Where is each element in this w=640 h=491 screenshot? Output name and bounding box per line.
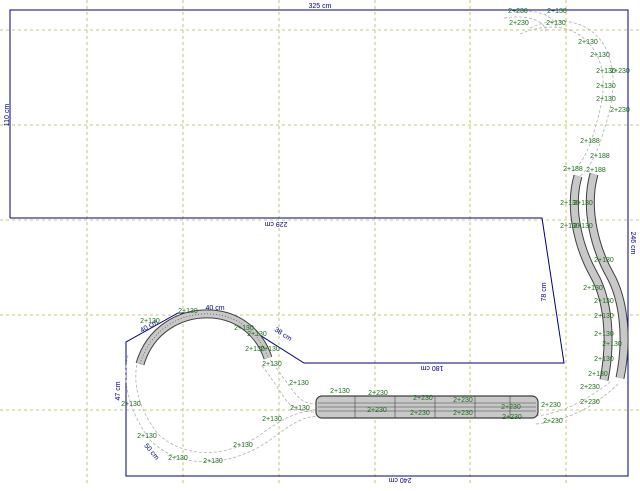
- dim-bottom-width: 240 cm: [388, 476, 411, 483]
- track-piece-label: 2+130: [178, 308, 198, 315]
- track-piece-label: 2+130: [590, 52, 610, 59]
- track-piece-label: 2+230: [508, 8, 528, 15]
- dim-diag-bottom: 50 cm: [142, 442, 160, 461]
- track-piece-label: 2+230: [610, 107, 630, 114]
- track-piece-label: 2+130: [594, 298, 614, 305]
- track-piece-label: 2+188: [590, 153, 610, 160]
- track-plan-canvas[interactable]: 325 cm 110 cm 229 cm 246 cm 78 cm 180 cm…: [0, 0, 640, 486]
- track-piece-label: 2+130: [289, 380, 309, 387]
- track-piece-label: 2+230: [580, 399, 600, 406]
- track-piece-label: 2+130: [203, 458, 223, 465]
- track-piece-label: 2+130: [137, 433, 157, 440]
- track-piece-label: 2+230: [367, 407, 387, 414]
- track-piece-label: 2+230: [543, 418, 563, 425]
- dim-right-height: 246 cm: [629, 232, 636, 255]
- track-piece-label: 2+130: [602, 341, 622, 348]
- track-labels: 2+230 2+130 2+230 2+130 2+130 2+130 2+130 2+230…: [121, 8, 630, 465]
- track-piece-label: 2+230: [580, 384, 600, 391]
- track-piece-label: 2+130: [233, 442, 253, 449]
- track-piece-label: 2+230: [413, 395, 433, 402]
- track-piece-label: 2+130: [588, 371, 608, 378]
- track-piece-label: 2+130: [247, 331, 267, 338]
- dim-left-height: 110 cm: [4, 104, 11, 127]
- track-piece-label: 2+130: [583, 285, 603, 292]
- track-piece-label: 2+230: [610, 68, 630, 75]
- track-piece-label: 2+230: [453, 397, 473, 404]
- track-piece-label: 2+230: [541, 402, 561, 409]
- track-piece-label: 2+130: [140, 318, 160, 325]
- track-piece-label: 2+130: [262, 416, 282, 423]
- track-piece-label: 2+130: [594, 313, 614, 320]
- track-piece-label: 2+230: [368, 390, 388, 397]
- dim-diag-right: 38 cm: [273, 327, 293, 343]
- track-piece-label: 2+130: [596, 83, 616, 90]
- track-piece-label: 2+230: [501, 404, 521, 411]
- track-piece-label: 2+230: [509, 20, 529, 27]
- track-piece-label: 2+130: [573, 200, 593, 207]
- track-piece-label: 2+188: [586, 167, 606, 174]
- track-piece-label: 2+188: [563, 166, 583, 173]
- track-piece-label: 2+130: [260, 346, 280, 353]
- track-piece-label: 2+130: [121, 401, 141, 408]
- track-piece-label: 2+130: [578, 39, 598, 46]
- dim-inner-width: 229 cm: [264, 220, 287, 227]
- dim-notch-width: 180 cm: [420, 364, 443, 371]
- track-piece-label: 2+130: [262, 361, 282, 368]
- track-piece-label: 2+230: [453, 410, 473, 417]
- track-piece-label: 2+130: [168, 455, 188, 462]
- track-piece-label: 2+130: [594, 331, 614, 338]
- track-piece-label: 2+130: [330, 388, 350, 395]
- track-piece-label: 2+230: [410, 410, 430, 417]
- track-piece-label: 2+130: [594, 356, 614, 363]
- track-piece-label: 2+130: [573, 223, 593, 230]
- track-piece-label: 2+130: [234, 325, 254, 332]
- track-piece-label: 2+188: [580, 138, 600, 145]
- track-piece-label: 2+130: [290, 405, 310, 412]
- dim-notch-height: 78 cm: [541, 282, 548, 301]
- track-piece-label: 2+230: [502, 414, 522, 421]
- dim-left-lower-height: 47 cm: [115, 381, 122, 400]
- track-piece-label: 2+130: [596, 96, 616, 103]
- track-piece-label: 2+130: [547, 8, 567, 15]
- track-piece-label: 2+130: [594, 257, 614, 264]
- track-piece-label: 2+130: [546, 20, 566, 27]
- dim-top-width: 325 cm: [309, 3, 332, 10]
